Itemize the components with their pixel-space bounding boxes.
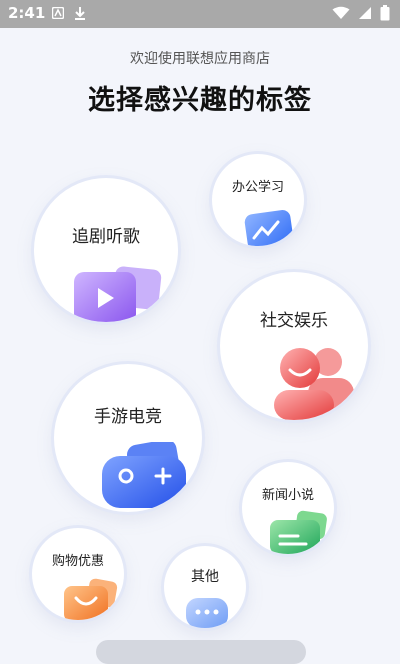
tag-mobile-games-label: 手游电竞 [94,407,162,427]
tag-social-entertainment[interactable]: 社交娱乐 [220,272,368,420]
tag-other-label: 其他 [191,569,219,585]
page-title: 选择感兴趣的标签 [88,85,312,116]
tag-news-novels[interactable]: 新闻小说 [242,462,334,554]
tag-mobile-games[interactable]: 手游电竞 [54,364,202,512]
tag-drama-music[interactable]: 追剧听歌 [34,178,178,322]
tag-shopping-deals-label: 购物优惠 [51,554,104,569]
welcome-subtitle: 欢迎使用联想应用商店 [130,51,270,67]
tag-social-entertainment-label: 社交娱乐 [260,311,328,331]
wifi-icon [332,6,350,19]
video-play-icon [74,266,162,322]
status-time: 2:41 [8,4,46,22]
app-notification-icon [52,7,64,19]
tag-office-study-label: 办公学习 [231,180,284,195]
battery-icon [380,5,390,21]
tag-drama-music-label: 追剧听歌 [72,227,140,247]
tag-news-novels-label: 新闻小说 [261,488,314,503]
bottom-action-pill[interactable] [96,640,306,664]
office-chart-icon [244,210,294,246]
news-card-icon [270,510,327,554]
shopping-bag-icon [64,578,118,620]
status-bar: 2:41 [0,0,400,28]
signal-icon [359,7,371,19]
chat-bubble-icon [186,598,228,628]
social-people-icon [274,348,354,420]
gamepad-icon [102,442,186,508]
tag-office-study[interactable]: 办公学习 [212,154,304,246]
status-notification-icons [52,6,86,20]
download-icon [75,7,85,20]
tag-shopping-deals[interactable]: 购物优惠 [32,528,124,620]
status-system-icons [332,5,390,21]
tag-other[interactable]: 其他 [164,546,246,628]
